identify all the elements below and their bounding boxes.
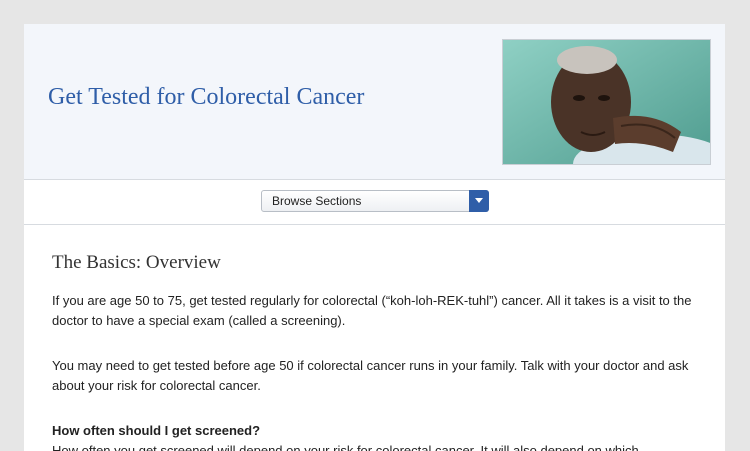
dropdown-toggle[interactable] (469, 190, 489, 212)
browse-sections-select[interactable]: Browse Sections (261, 190, 489, 212)
section-nav: Browse Sections (24, 180, 725, 225)
main-content: The Basics: Overview If you are age 50 t… (52, 252, 702, 451)
browse-sections-label: Browse Sections (272, 194, 362, 208)
header-photo (502, 39, 711, 165)
page-title: Get Tested for Colorectal Cancer (48, 84, 365, 110)
subheading: How often should I get screened? (52, 423, 261, 438)
page-header: Get Tested for Colorectal Cancer (24, 24, 725, 180)
chevron-down-icon (475, 198, 483, 203)
paragraph: How often you get screened will depend o… (52, 443, 639, 451)
paragraph: If you are age 50 to 75, get tested regu… (52, 293, 692, 328)
section-title: The Basics: Overview (52, 252, 221, 273)
paragraph: You may need to get tested before age 50… (52, 358, 689, 393)
page-container: Get Tested for Colorectal Cancer Browse … (24, 24, 725, 451)
